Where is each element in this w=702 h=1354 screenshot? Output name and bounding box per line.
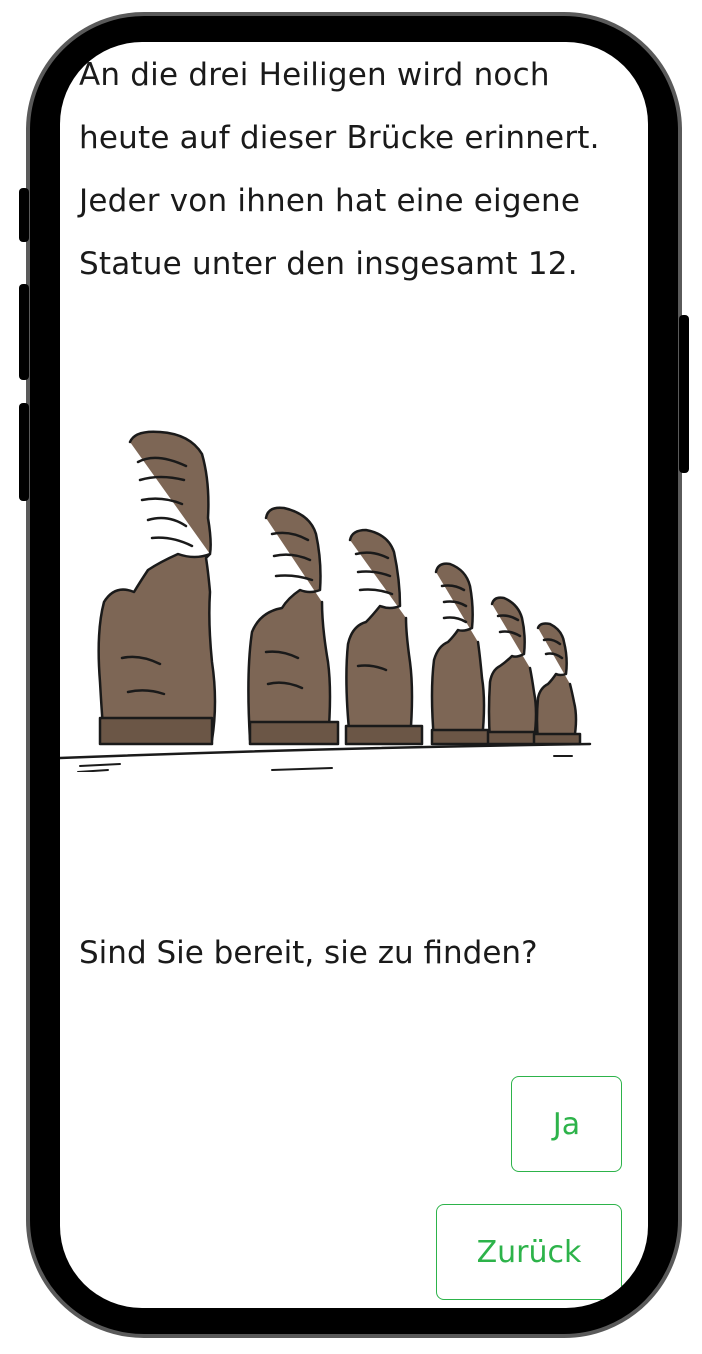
mute-switch: [19, 188, 29, 242]
moai-statue-icon: [344, 528, 424, 746]
story-line: Jeder von ihnen hat eine eigene: [79, 183, 581, 219]
moai-statue-icon: [486, 596, 544, 746]
question-text: Sind Sie bereit, sie zu finden?: [79, 935, 538, 971]
volume-down-button: [19, 403, 29, 501]
story-line: heute auf dieser Brücke erinnert.: [79, 120, 600, 156]
yes-button[interactable]: Ja: [511, 1076, 622, 1172]
moai-statue-icon: [430, 562, 494, 746]
volume-up-button: [19, 284, 29, 380]
story-line: An die drei Heiligen wird noch: [79, 57, 550, 93]
back-button[interactable]: Zurück: [436, 1204, 622, 1300]
moai-statue-icon: [247, 506, 340, 746]
app-screen: An die drei Heiligen wird noch heute auf…: [60, 42, 648, 1308]
story-text: An die drei Heiligen wird noch heute auf…: [79, 44, 639, 296]
ground-line: [60, 742, 592, 760]
story-line: Statue unter den insgesamt 12.: [79, 246, 578, 282]
moai-statue-icon: [532, 622, 582, 746]
moai-statues-illustration: [60, 430, 592, 772]
yes-button-label: Ja: [552, 1106, 581, 1142]
power-button: [679, 315, 689, 473]
moai-statue-icon: [97, 430, 217, 746]
back-button-label: Zurück: [476, 1234, 582, 1270]
